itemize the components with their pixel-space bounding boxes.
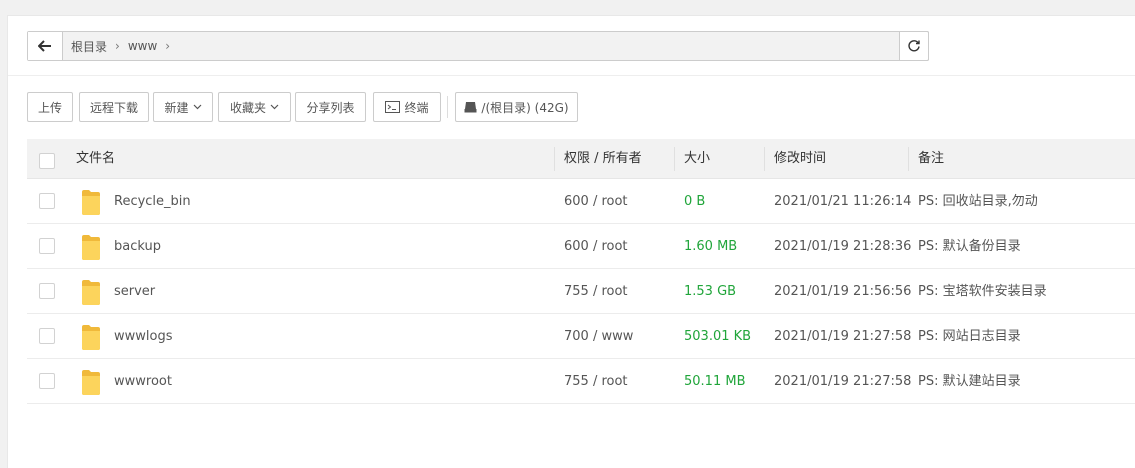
folder-icon	[82, 325, 100, 350]
file-mtime: 2021/01/19 21:56:56	[774, 284, 912, 299]
file-size: 1.53 GB	[684, 284, 737, 299]
breadcrumb: 根目录 › www ›	[63, 38, 170, 55]
folder-icon	[82, 370, 100, 395]
table-row[interactable]: backup 600 / root 1.60 MB 2021/01/19 21:…	[27, 224, 1135, 269]
file-permission[interactable]: 700 / www	[564, 314, 633, 359]
favorites-button[interactable]: 收藏夹	[218, 92, 291, 122]
file-note[interactable]: PS: 网站日志目录	[918, 314, 1021, 359]
breadcrumb-separator: ›	[115, 39, 120, 53]
new-label: 新建	[164, 100, 189, 115]
select-all-checkbox[interactable]	[39, 153, 55, 169]
chevron-down-icon	[270, 104, 279, 110]
header-note: 备注	[918, 151, 945, 166]
row-checkbox[interactable]	[39, 283, 55, 299]
file-size: 503.01 KB	[684, 329, 752, 344]
breadcrumb-www[interactable]: www	[128, 39, 157, 53]
file-note[interactable]: PS: 默认建站目录	[918, 359, 1021, 404]
header-mtime[interactable]: 修改时间	[774, 139, 826, 179]
file-name[interactable]: backup	[114, 224, 161, 269]
row-checkbox[interactable]	[39, 328, 55, 344]
folder-icon	[82, 235, 100, 260]
breadcrumb-separator: ›	[165, 39, 171, 53]
file-name[interactable]: wwwlogs	[114, 314, 173, 359]
back-button[interactable]	[28, 32, 63, 60]
breadcrumb-root[interactable]: 根目录	[71, 38, 107, 55]
file-mtime: 2021/01/19 21:27:58	[774, 329, 912, 344]
folder-icon	[82, 190, 100, 215]
file-mtime: 2021/01/21 11:26:14	[774, 194, 912, 209]
file-note[interactable]: PS: 回收站目录,勿动	[918, 179, 1038, 224]
disk-button[interactable]: /(根目录) (42G)	[455, 92, 578, 122]
remote-download-label: 远程下载	[89, 100, 138, 115]
file-size: 0 B	[684, 194, 706, 209]
file-permission[interactable]: 600 / root	[564, 179, 628, 224]
terminal-icon	[385, 101, 401, 113]
file-size: 50.11 MB	[684, 374, 746, 389]
share-list-button[interactable]: 分享列表	[295, 92, 366, 122]
share-list-label: 分享列表	[306, 100, 355, 115]
file-permission[interactable]: 600 / root	[564, 224, 628, 269]
table-row[interactable]: server 755 / root 1.53 GB 2021/01/19 21:…	[27, 269, 1135, 314]
folder-icon	[82, 280, 100, 305]
column-divider	[554, 147, 555, 171]
refresh-icon	[908, 40, 920, 52]
table-row[interactable]: wwwroot 755 / root 50.11 MB 2021/01/19 2…	[27, 359, 1135, 404]
row-checkbox[interactable]	[39, 193, 55, 209]
file-name[interactable]: wwwroot	[114, 359, 172, 404]
table-row[interactable]: Recycle_bin 600 / root 0 B 2021/01/21 11…	[27, 179, 1135, 224]
arrow-left-icon	[38, 40, 51, 52]
file-mtime: 2021/01/19 21:28:36	[774, 239, 912, 254]
chevron-down-icon	[193, 104, 201, 110]
upload-button[interactable]: 上传	[27, 92, 73, 122]
row-checkbox[interactable]	[39, 373, 55, 389]
file-size: 1.60 MB	[684, 239, 738, 254]
column-divider	[908, 147, 909, 171]
header-name[interactable]: 文件名	[76, 139, 115, 179]
column-divider	[764, 147, 765, 171]
disk-label: /(根目录) (42G)	[481, 100, 569, 115]
terminal-label: 终端	[404, 100, 429, 115]
file-note[interactable]: PS: 默认备份目录	[918, 224, 1021, 269]
file-table: 文件名 权限 / 所有者 大小 修改时间 备注 Recycle_bin 600 …	[27, 139, 1135, 404]
upload-label: 上传	[37, 100, 62, 115]
column-divider	[674, 147, 675, 171]
path-bar[interactable]: 根目录 › www ›	[27, 31, 929, 61]
disk-icon	[464, 102, 477, 113]
remote-download-button[interactable]: 远程下载	[79, 92, 149, 122]
file-permission[interactable]: 755 / root	[564, 359, 628, 404]
favorites-label: 收藏夹	[229, 100, 266, 115]
file-mtime: 2021/01/19 21:27:58	[774, 374, 912, 389]
table-row[interactable]: wwwlogs 700 / www 503.01 KB 2021/01/19 2…	[27, 314, 1135, 359]
file-permission[interactable]: 755 / root	[564, 269, 628, 314]
row-checkbox[interactable]	[39, 238, 55, 254]
file-note[interactable]: PS: 宝塔软件安装目录	[918, 269, 1047, 314]
file-name[interactable]: server	[114, 269, 155, 314]
divider	[8, 75, 1135, 76]
file-name[interactable]: Recycle_bin	[114, 179, 191, 224]
new-button[interactable]: 新建	[153, 92, 213, 122]
header-size[interactable]: 大小	[684, 139, 710, 179]
terminal-button[interactable]: 终端	[373, 92, 441, 122]
toolbar-separator	[447, 96, 448, 118]
refresh-button[interactable]	[899, 31, 929, 61]
file-manager-panel: 根目录 › www › 上传 远程下载 新建 收藏夹 分享列表 终端 /(根目录…	[7, 15, 1135, 468]
header-permission[interactable]: 权限 / 所有者	[564, 139, 642, 179]
table-header: 文件名 权限 / 所有者 大小 修改时间 备注	[27, 139, 1135, 179]
